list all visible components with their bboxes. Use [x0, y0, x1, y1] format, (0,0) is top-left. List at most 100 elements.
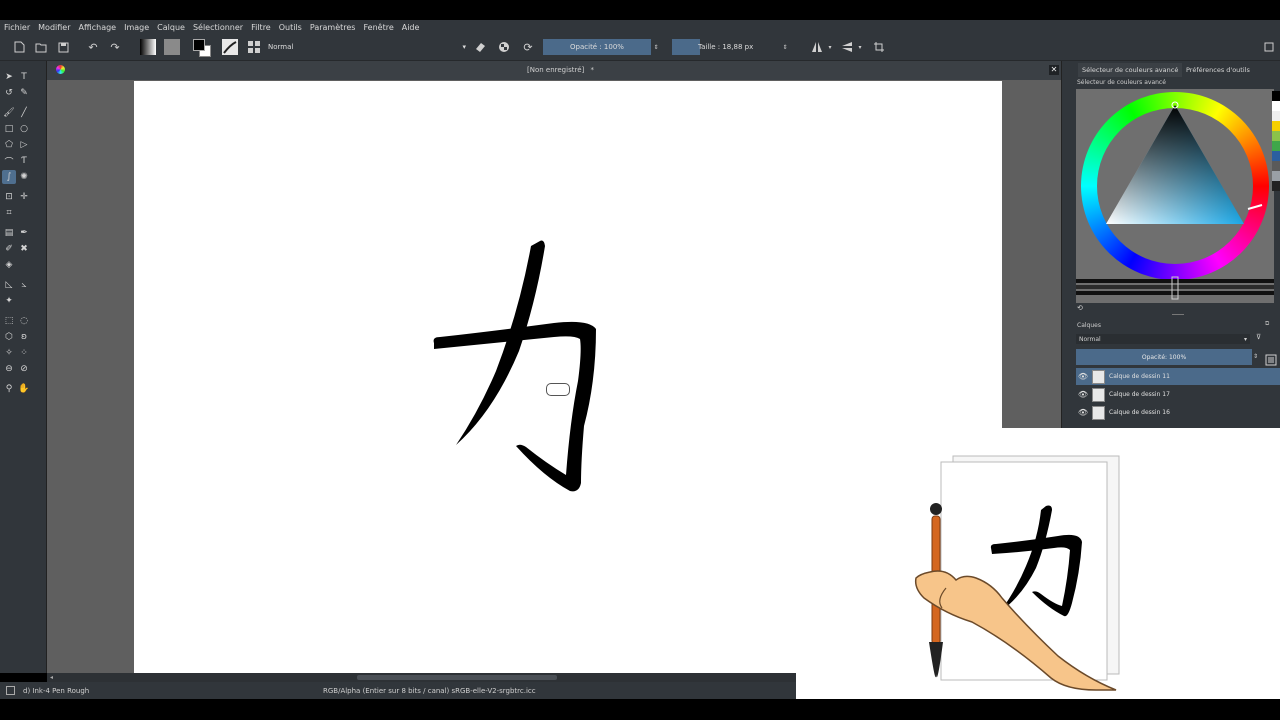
blend-mode-value: Normal [268, 43, 294, 51]
color-history-strip[interactable] [1272, 91, 1280, 211]
menu-outils[interactable]: Outils [275, 23, 306, 32]
transform-tool-icon[interactable]: ⌗ [2, 206, 16, 220]
calligraphy-tool-icon[interactable]: ✎ [17, 86, 31, 100]
redo-icon[interactable]: ↷ [108, 39, 122, 55]
similar-select-tool-icon[interactable]: ⁘ [17, 346, 31, 360]
grid-icon[interactable] [246, 39, 262, 55]
color-picker-tool-icon[interactable]: ✒ [17, 226, 31, 240]
blend-mode-select[interactable]: Normal ▾ [268, 39, 466, 55]
zoom-tool-icon[interactable]: ⚲ [2, 382, 16, 396]
gradient-tool-icon[interactable]: ▤ [2, 226, 16, 240]
freehand-brush-tool-icon[interactable]: 🖌 [2, 106, 16, 120]
alpha-lock-icon[interactable] [497, 39, 511, 55]
tab-color-selector[interactable]: Sélecteur de couleurs avancé [1078, 63, 1183, 77]
colorize-mask-tool-icon[interactable]: ✐ [2, 242, 16, 256]
menu-image[interactable]: Image [120, 23, 153, 32]
scroll-thumb[interactable] [357, 675, 557, 680]
mirror-v-dropdown-icon[interactable]: ▾ [856, 39, 864, 55]
fg-bg-color-icon[interactable] [192, 39, 212, 57]
select-shapes-tool-icon[interactable]: ➤ [2, 70, 16, 84]
edit-shapes-tool-icon[interactable]: ↺ [2, 86, 16, 100]
text-tool-icon[interactable]: T [17, 70, 31, 84]
contiguous-select-tool-icon[interactable]: ✧ [2, 346, 16, 360]
dynamic-brush-tool-icon[interactable]: ∫ [2, 170, 16, 184]
open-icon[interactable] [34, 39, 48, 55]
layer-blend-select[interactable]: Normal ▾ [1076, 334, 1250, 344]
layer-opacity-slider[interactable]: Opacité: 100% [1076, 349, 1252, 365]
freehand-select-tool-icon[interactable]: ʚ [17, 330, 31, 344]
document-tab[interactable]: [Non enregistré] * [527, 66, 594, 74]
size-spin-icon[interactable]: ⇕ [781, 39, 789, 55]
fill-tool-icon[interactable]: ◈ [2, 258, 16, 272]
horizontal-scrollbar[interactable]: ◂ [47, 673, 796, 682]
layer-filter-icon[interactable]: ⊽ [1256, 333, 1261, 341]
mirror-h-icon[interactable] [810, 39, 824, 55]
splitter-handle[interactable] [1172, 314, 1184, 315]
menu-bar: Fichier Modifier Affichage Image Calque … [0, 20, 1280, 34]
menu-modifier[interactable]: Modifier [34, 23, 74, 32]
bezier-tool-icon[interactable]: ⌒ [2, 154, 16, 168]
pattern-icon[interactable] [163, 39, 181, 55]
layers-panel-menu-icon[interactable]: ⧉ [1265, 320, 1269, 328]
measure-tool-icon[interactable]: ⦣ [17, 278, 31, 292]
gradient-icon[interactable] [139, 39, 157, 55]
freehand-path-tool-icon[interactable]: Ƭ [17, 154, 31, 168]
move-tool-icon[interactable]: ✛ [17, 190, 31, 204]
reload-icon[interactable]: ⟳ [521, 39, 535, 55]
menu-selectionner[interactable]: Sélectionner [189, 23, 247, 32]
size-label: Taille : 18,88 px [698, 43, 754, 51]
polygon-select-tool-icon[interactable]: ⬡ [2, 330, 16, 344]
reset-color-icon[interactable]: ⟲ [1077, 304, 1083, 312]
eye-icon[interactable]: 👁 [1076, 372, 1090, 381]
calligraphy-logo-overlay [796, 428, 1280, 699]
opacity-spin-icon[interactable]: ⇕ [652, 39, 660, 55]
layer-properties-icon[interactable] [1265, 351, 1277, 366]
magnetic-select-tool-icon[interactable]: ⊘ [17, 362, 31, 376]
pan-tool-icon[interactable]: ✋ [17, 382, 31, 396]
ellipse-tool-icon[interactable]: ○ [17, 122, 31, 136]
eye-icon[interactable]: 👁 [1076, 408, 1090, 417]
opacity-slider[interactable]: Opacité : 100% [543, 39, 651, 55]
layer-opacity-spin-icon[interactable]: ⇕ [1253, 353, 1258, 360]
close-document-icon[interactable]: ✕ [1049, 65, 1059, 75]
menu-parametres[interactable]: Paramètres [306, 23, 360, 32]
menu-aide[interactable]: Aide [398, 23, 424, 32]
ellipse-select-tool-icon[interactable]: ◌ [17, 314, 31, 328]
layer-row-3[interactable]: 👁 Calque de dessin 16 [1076, 404, 1280, 421]
save-icon[interactable] [56, 39, 70, 55]
crop-tool-icon[interactable]: ⊡ [2, 190, 16, 204]
chevron-down-icon: ▾ [1243, 335, 1247, 343]
menu-fenetre[interactable]: Fenêtre [359, 23, 397, 32]
window-restore-icon[interactable] [1262, 39, 1276, 55]
size-slider[interactable]: Taille : 18,88 px [672, 39, 780, 55]
polygon-tool-icon[interactable]: ⬠ [2, 138, 16, 152]
layer-row-2[interactable]: 👁 Calque de dessin 17 [1076, 386, 1280, 403]
menu-filtre[interactable]: Filtre [247, 23, 275, 32]
rect-select-tool-icon[interactable]: ⬚ [2, 314, 16, 328]
smart-patch-tool-icon[interactable]: ✖ [17, 242, 31, 256]
color-selector-area[interactable] [1076, 89, 1274, 303]
eye-icon[interactable]: 👁 [1076, 390, 1090, 399]
mirror-h-dropdown-icon[interactable]: ▾ [826, 39, 834, 55]
wrap-icon[interactable] [872, 39, 886, 55]
eraser-icon[interactable] [473, 39, 487, 55]
rectangle-tool-icon[interactable]: □ [2, 122, 16, 136]
menu-affichage[interactable]: Affichage [75, 23, 121, 32]
color-wheel[interactable] [1076, 89, 1274, 303]
assistant-tool-icon[interactable]: ◺ [2, 278, 16, 292]
bezier-select-tool-icon[interactable]: ⊖ [2, 362, 16, 376]
new-document-icon[interactable] [12, 39, 26, 55]
current-brush-label: d) Ink-4 Pen Rough [23, 687, 90, 695]
mirror-v-icon[interactable] [840, 39, 854, 55]
line-tool-icon[interactable]: ╱ [17, 106, 31, 120]
multibrush-tool-icon[interactable]: ✺ [17, 170, 31, 184]
brush-preset-icon[interactable] [221, 39, 239, 55]
tab-tool-options[interactable]: Préférences d'outils [1182, 63, 1254, 77]
undo-icon[interactable]: ↶ [86, 39, 100, 55]
menu-fichier[interactable]: Fichier [0, 23, 34, 32]
reference-images-tool-icon[interactable]: ✦ [2, 294, 16, 308]
polyline-tool-icon[interactable]: ▷ [17, 138, 31, 152]
scroll-left-icon[interactable]: ◂ [50, 674, 53, 681]
menu-calque[interactable]: Calque [153, 23, 189, 32]
layer-row-1[interactable]: 👁 Calque de dessin 11 [1076, 368, 1280, 385]
